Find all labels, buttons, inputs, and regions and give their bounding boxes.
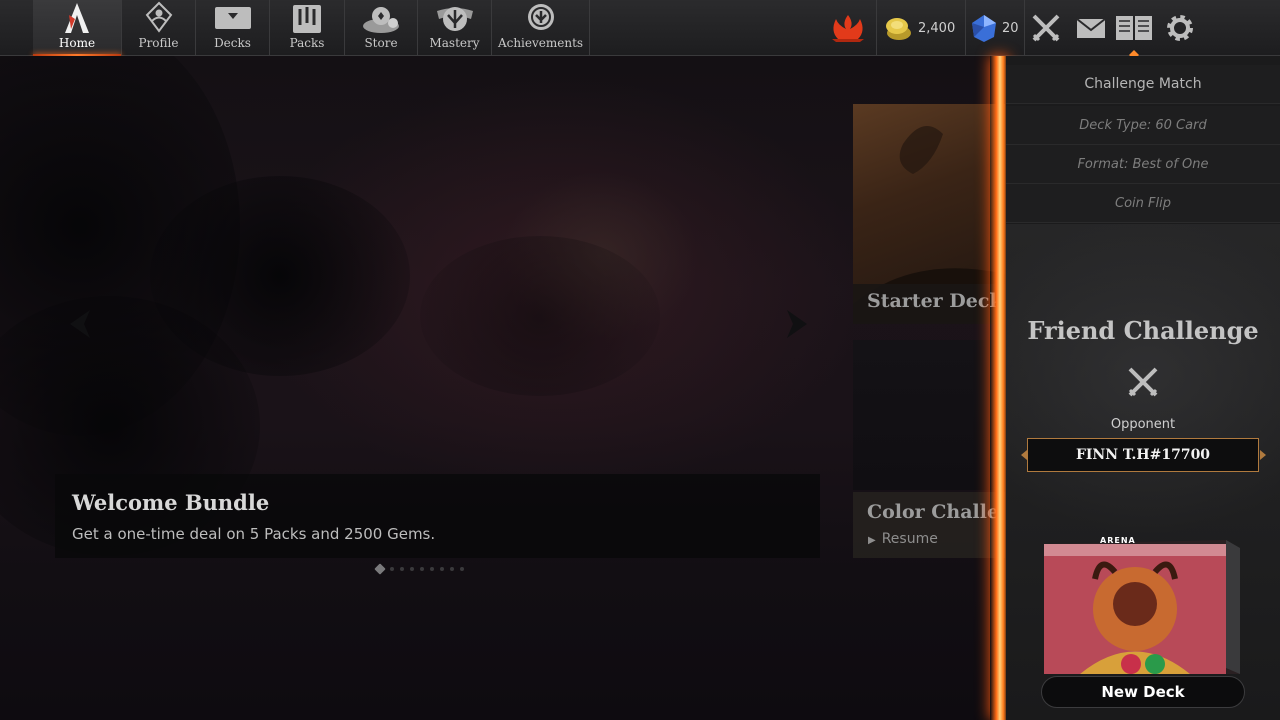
play-triangle-icon: ▶ xyxy=(868,535,876,546)
book-icon xyxy=(1116,16,1152,40)
gold-coins-icon xyxy=(886,18,911,40)
deck-type-row[interactable]: Deck Type: 60 Card xyxy=(1006,106,1280,145)
carousel-dot[interactable] xyxy=(420,567,424,571)
mastery-flame-icon xyxy=(832,15,864,42)
crossed-swords-icon xyxy=(1128,367,1158,397)
banner-subtitle: Get a one-time deal on 5 Packs and 2500 … xyxy=(72,525,436,543)
gold-amount: 2,400 xyxy=(918,20,956,36)
inbox-button[interactable] xyxy=(1076,10,1106,46)
crossed-swords-icon xyxy=(1032,14,1060,42)
nav-label: Achievements xyxy=(497,36,584,50)
nav-home[interactable]: Home xyxy=(33,0,122,57)
challenge-match-header: Challenge Match xyxy=(1006,65,1280,104)
carousel-banner[interactable] xyxy=(55,474,820,558)
arena-logo-icon xyxy=(65,3,89,33)
nav-label: Mastery xyxy=(429,36,480,50)
carousel-dot[interactable] xyxy=(410,567,414,571)
resume-label: Resume xyxy=(881,531,938,547)
gems-currency[interactable]: 20 xyxy=(970,10,1019,46)
nav-label: Decks xyxy=(214,36,251,50)
play-button[interactable] xyxy=(1031,10,1061,46)
packs-icon xyxy=(293,5,321,33)
gold-currency[interactable]: 2,400 xyxy=(884,10,955,46)
carousel-dot[interactable] xyxy=(390,567,394,571)
carousel-dot[interactable] xyxy=(374,563,386,575)
new-deck-button[interactable]: New Deck xyxy=(1041,676,1245,708)
friend-challenge-title: Friend Challenge xyxy=(1027,316,1259,345)
nav-packs[interactable]: Packs xyxy=(270,0,345,56)
deck-brand-label: ARENA xyxy=(1100,536,1136,545)
color-challenge-title: Color Challenge xyxy=(867,501,1003,523)
top-nav-bar: Home Profile Decks Packs Store Mastery A… xyxy=(0,0,1280,60)
resume-link[interactable]: ▶ Resume xyxy=(868,531,938,547)
opponent-right-arrow-icon xyxy=(1260,450,1266,460)
opponent-label: Opponent xyxy=(1110,417,1176,432)
starter-deck-title: Starter Deck xyxy=(867,290,1003,312)
deck-box-art[interactable] xyxy=(1040,534,1244,679)
nav-label: Store xyxy=(364,36,398,50)
profile-icon xyxy=(145,1,172,33)
nav-decks[interactable]: Decks xyxy=(196,0,270,56)
nav-mastery[interactable]: Mastery xyxy=(418,0,492,56)
mail-icon xyxy=(1076,18,1106,38)
gems-amount: 20 xyxy=(1002,20,1019,36)
carousel-page-indicator xyxy=(374,563,464,575)
nav-profile[interactable]: Profile xyxy=(122,0,196,56)
nav-achievements[interactable]: Achievements xyxy=(492,0,590,56)
nav-store[interactable]: Store xyxy=(345,0,418,56)
gem-icon xyxy=(972,15,996,42)
decks-icon xyxy=(214,7,251,29)
mastery-icon xyxy=(436,7,473,31)
opponent-field[interactable]: FINN T.H#17700 xyxy=(1027,438,1259,472)
carousel-dot[interactable] xyxy=(430,567,434,571)
settings-button[interactable] xyxy=(1164,10,1196,46)
achievements-icon xyxy=(527,4,554,30)
nav-label: Packs xyxy=(289,36,325,50)
mastery-pass-button[interactable] xyxy=(828,10,868,46)
carousel-dot[interactable] xyxy=(450,567,454,571)
carousel-dot[interactable] xyxy=(460,567,464,571)
carousel-dot[interactable] xyxy=(400,567,404,571)
nav-label: Profile xyxy=(138,36,179,50)
carousel-next-arrow-icon[interactable] xyxy=(785,310,807,338)
carousel-prev-arrow-icon[interactable] xyxy=(70,310,92,338)
carousel-dot[interactable] xyxy=(440,567,444,571)
learn-button[interactable] xyxy=(1114,10,1154,46)
gear-icon xyxy=(1167,15,1193,41)
color-challenge-tile[interactable] xyxy=(853,340,1005,490)
nav-label: Home xyxy=(58,36,96,50)
format-row[interactable]: Format: Best of One xyxy=(1006,145,1280,184)
store-icon xyxy=(363,7,399,33)
coin-flip-row[interactable]: Coin Flip xyxy=(1006,184,1280,223)
banner-title: Welcome Bundle xyxy=(72,490,270,515)
